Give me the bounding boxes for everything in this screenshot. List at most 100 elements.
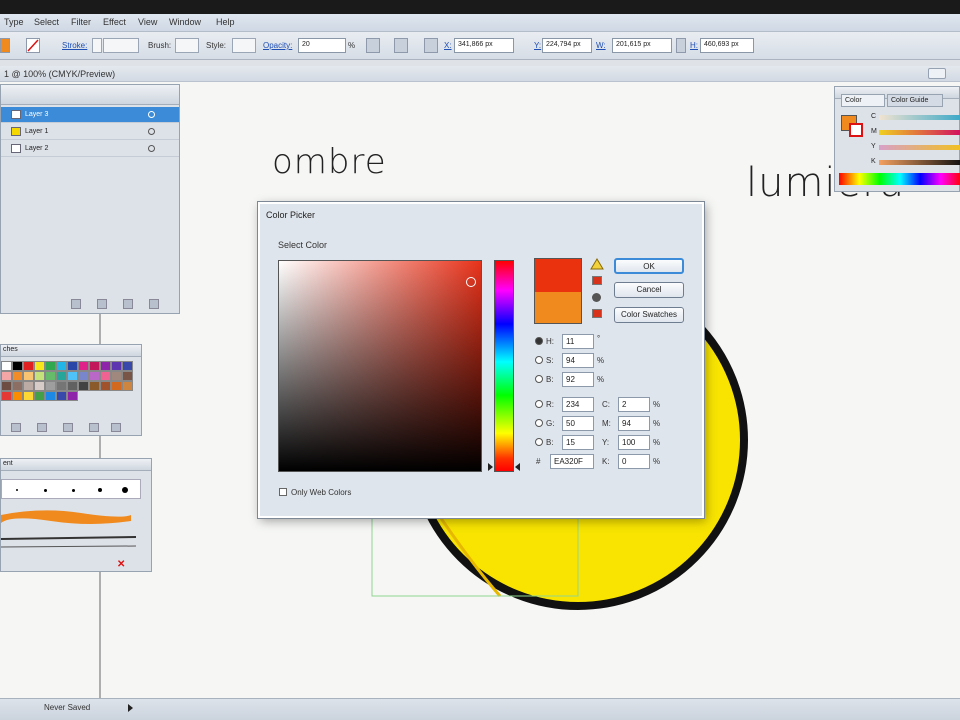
target-circle-icon[interactable] [148,111,155,118]
ok-button[interactable]: OK [614,258,684,274]
color-cursor-icon[interactable] [466,277,476,287]
swatch[interactable] [45,361,56,371]
brush-dropdown[interactable] [175,38,199,53]
y-input[interactable]: 224,794 px [542,38,592,53]
layer-row-2[interactable]: Layer 2 [1,141,179,157]
stroke-stepper[interactable] [92,38,102,53]
swatch[interactable] [56,361,67,371]
hex-input[interactable]: EA320F [550,454,594,469]
x-label[interactable]: X: [444,41,452,50]
hue-slider-right-arrow-icon[interactable] [515,463,520,471]
menu-help[interactable]: Help [216,17,235,27]
saturation-brightness-field[interactable] [278,260,482,472]
swatch[interactable] [78,381,89,391]
tab-color[interactable]: Color [841,94,885,107]
color-spectrum-ramp[interactable] [839,173,960,185]
status-menu-arrow-icon[interactable] [128,704,133,712]
r-radio[interactable] [535,400,543,408]
swatch[interactable] [67,361,78,371]
w-input[interactable]: 201,615 px [612,38,672,53]
swatches-tab[interactable]: ches [3,346,18,353]
delete-swatch-icon[interactable] [111,423,121,432]
cancel-button[interactable]: Cancel [614,282,684,298]
m-input[interactable]: 94 [618,416,650,431]
swatch[interactable] [23,391,34,401]
align-icon[interactable] [394,38,408,53]
swatch[interactable] [122,361,133,371]
layer-row-3[interactable]: Layer 3 [1,107,179,123]
blue-input[interactable]: 15 [562,435,594,450]
new-color-group-icon[interactable] [63,423,73,432]
swatch[interactable] [1,391,12,401]
new-swatch-icon[interactable] [89,423,99,432]
recolor-icon[interactable] [366,38,380,53]
brush-tip-icon[interactable] [122,487,128,493]
swatch[interactable] [12,381,23,391]
web-safe-color-swatch[interactable] [592,309,602,318]
stroke-swatch[interactable] [849,123,863,137]
swatch[interactable] [67,391,78,401]
swatch[interactable] [56,381,67,391]
h-label[interactable]: H: [690,41,698,50]
blue-radio[interactable] [535,438,543,446]
target-circle-icon[interactable] [148,145,155,152]
x-input[interactable]: 341,866 px [454,38,514,53]
constrain-link-icon[interactable] [676,38,686,53]
swatch[interactable] [45,371,56,381]
s-radio[interactable] [535,356,543,364]
s-input[interactable]: 94 [562,353,594,368]
swatch[interactable] [111,381,122,391]
swatch[interactable] [122,371,133,381]
swatch[interactable] [45,381,56,391]
swatch[interactable] [111,371,122,381]
swatch[interactable] [56,371,67,381]
swatch[interactable] [78,361,89,371]
remove-brush-icon[interactable]: ✕ [117,559,125,570]
locate-object-icon[interactable] [71,299,81,309]
menu-view[interactable]: View [138,17,157,27]
c-input[interactable]: 2 [618,397,650,412]
swatch[interactable] [1,361,12,371]
swatch[interactable] [23,361,34,371]
swatch[interactable] [45,391,56,401]
swatch[interactable] [23,371,34,381]
swatch[interactable] [34,381,45,391]
menu-effect[interactable]: Effect [103,17,126,27]
show-swatch-kinds-icon[interactable] [37,423,47,432]
menu-type[interactable]: Type [4,17,24,27]
stroke-label[interactable]: Stroke: [62,41,87,50]
gamut-color-swatch[interactable] [592,276,602,285]
h-input[interactable]: 460,693 px [700,38,754,53]
brush-tip-icon[interactable] [98,488,102,492]
fill-color-icon[interactable] [0,38,10,53]
menu-filter[interactable]: Filter [71,17,91,27]
swatch[interactable] [12,361,23,371]
menu-window[interactable]: Window [169,17,201,27]
h-radio[interactable] [535,337,543,345]
opacity-label[interactable]: Opacity: [263,41,292,50]
color-swatches-button[interactable]: Color Swatches [614,307,684,323]
brush-tip-icon[interactable] [44,489,47,492]
y-label[interactable]: Y: [534,41,541,50]
channel-y-slider[interactable] [879,145,960,150]
y-input[interactable]: 100 [618,435,650,450]
swatch[interactable] [67,381,78,391]
hue-slider-left-arrow-icon[interactable] [488,463,493,471]
swatch[interactable] [89,371,100,381]
menu-select[interactable]: Select [34,17,59,27]
clipping-mask-icon[interactable] [97,299,107,309]
hue-slider[interactable] [494,260,514,472]
r-input[interactable]: 234 [562,397,594,412]
swatch[interactable] [100,381,111,391]
w-label[interactable]: W: [596,41,606,50]
layer-row-1[interactable]: Layer 1 [1,124,179,140]
channel-m-slider[interactable] [879,130,960,135]
stroke-weight-dropdown[interactable] [103,38,139,53]
original-color-preview[interactable] [534,292,582,324]
swatch[interactable] [89,381,100,391]
swatch[interactable] [34,371,45,381]
swatch[interactable] [34,391,45,401]
target-circle-icon[interactable] [148,128,155,135]
stroke-none-icon[interactable] [26,38,40,53]
swatch[interactable] [100,371,111,381]
